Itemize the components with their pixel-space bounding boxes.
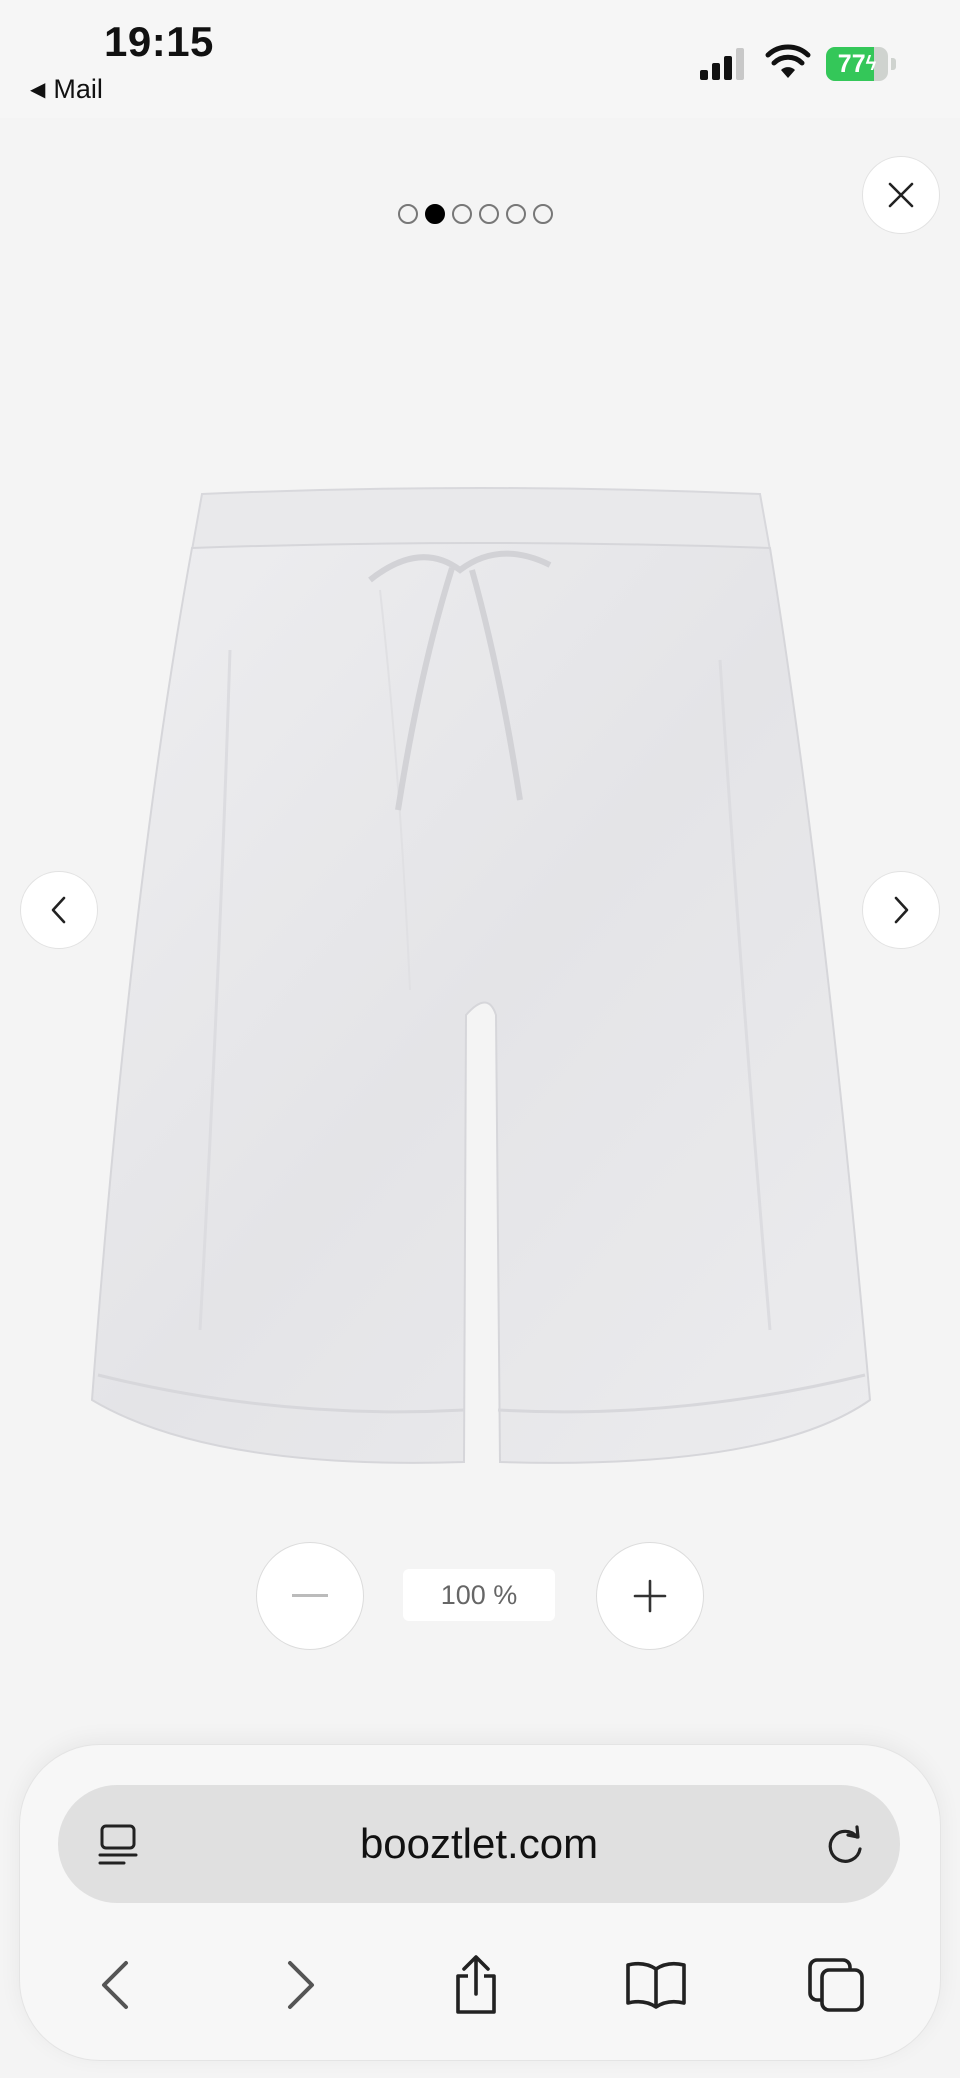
back-to-app-link[interactable]: ◀ Mail bbox=[30, 74, 103, 105]
zoom-in-button[interactable] bbox=[596, 1542, 704, 1650]
pager-dot[interactable] bbox=[398, 204, 418, 224]
zoom-in-icon bbox=[633, 1579, 667, 1613]
pager-dot[interactable] bbox=[452, 204, 472, 224]
status-bar: 19:15 ◀ Mail 77 ϟ bbox=[0, 0, 960, 118]
bookmarks-icon bbox=[626, 1961, 686, 2009]
pager-dot[interactable] bbox=[533, 204, 553, 224]
reload-icon[interactable] bbox=[824, 1823, 866, 1867]
wifi-icon bbox=[765, 44, 811, 78]
bookmarks-button[interactable] bbox=[616, 1945, 696, 2025]
pager-dot[interactable] bbox=[506, 204, 526, 224]
back-app-label: Mail bbox=[53, 74, 103, 104]
back-triangle-icon: ◀ bbox=[30, 79, 46, 101]
address-bar[interactable]: booztlet.com bbox=[58, 1785, 900, 1903]
product-image bbox=[90, 487, 872, 1464]
browser-toolbar: booztlet.com bbox=[20, 1745, 940, 2060]
browser-back-button[interactable] bbox=[76, 1945, 156, 2025]
chevron-right-icon bbox=[894, 896, 909, 924]
zoom-level: 100 % bbox=[403, 1569, 555, 1621]
close-icon bbox=[888, 182, 914, 208]
charging-bolt-icon: ϟ bbox=[865, 52, 877, 75]
forward-icon bbox=[288, 1961, 314, 2009]
close-button[interactable] bbox=[862, 156, 940, 234]
zoom-out-icon bbox=[292, 1594, 328, 1597]
pager-dot[interactable] bbox=[479, 204, 499, 224]
battery-level: 77 bbox=[837, 49, 866, 78]
back-icon bbox=[102, 1961, 128, 2009]
battery-charging-icon: 77 ϟ bbox=[826, 47, 896, 81]
signal-icon bbox=[700, 48, 744, 80]
tabs-button[interactable] bbox=[796, 1945, 876, 2025]
chevron-left-icon bbox=[51, 896, 66, 924]
browser-forward-button[interactable] bbox=[260, 1945, 340, 2025]
previous-image-button[interactable] bbox=[20, 871, 98, 949]
pager-dot[interactable] bbox=[425, 204, 445, 224]
share-icon bbox=[456, 1955, 496, 2014]
next-image-button[interactable] bbox=[862, 871, 940, 949]
image-pager bbox=[398, 204, 553, 224]
status-time: 19:15 bbox=[104, 18, 214, 65]
zoom-out-button[interactable] bbox=[256, 1542, 364, 1650]
url-text: booztlet.com bbox=[359, 1820, 599, 1867]
share-button[interactable] bbox=[436, 1945, 516, 2025]
tabs-icon bbox=[808, 1958, 864, 2012]
